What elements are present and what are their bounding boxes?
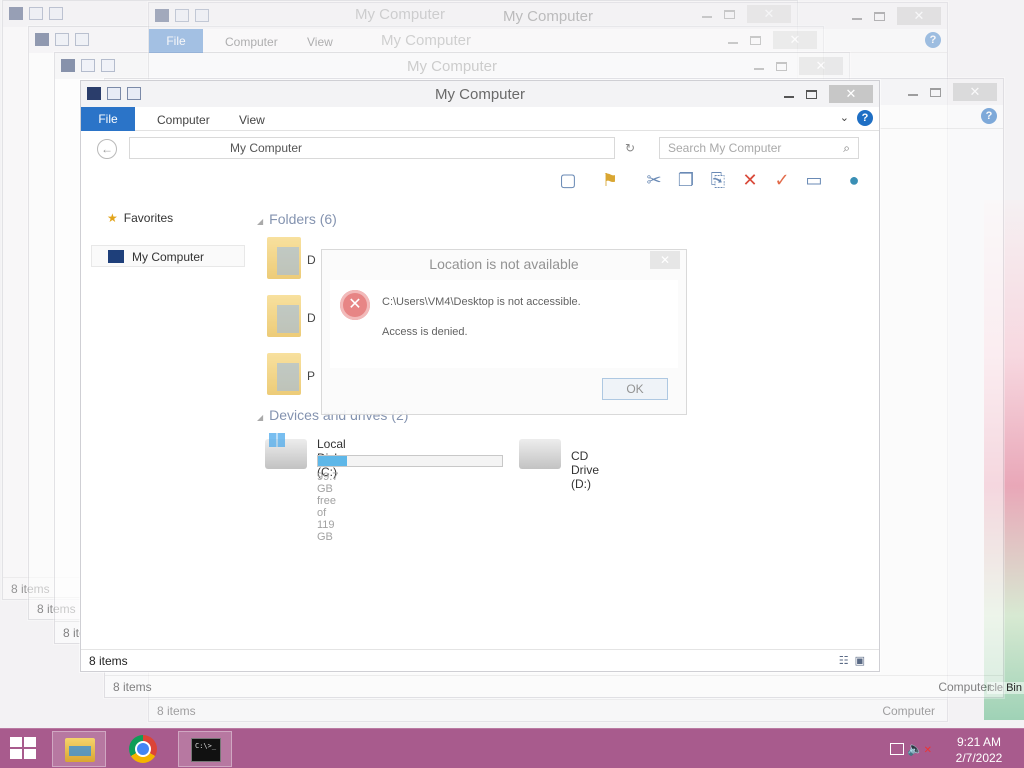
dialog-body: ✕ C:\Users\VM4\Desktop is not accessible… (330, 280, 678, 368)
taskbar-command-prompt[interactable]: C:\>_ (178, 731, 232, 767)
error-icon: ✕ (340, 290, 370, 320)
delete-icon[interactable]: ✕ (737, 167, 763, 193)
tab-file[interactable]: File (81, 107, 135, 131)
volume-muted-icon[interactable]: 🔈✕ (907, 741, 932, 757)
rename-icon[interactable]: ▭ (801, 167, 827, 193)
taskbar-file-explorer[interactable] (52, 731, 106, 767)
search-input[interactable]: Search My Computer ⌕ (659, 137, 859, 159)
star-icon: ★ (107, 211, 118, 225)
globe-icon[interactable]: ● (841, 167, 867, 193)
tab-view[interactable]: View (239, 113, 265, 127)
drive-usage-bar (317, 455, 503, 467)
copy-icon[interactable]: ❐ (673, 167, 699, 193)
folder-name[interactable]: D (307, 253, 316, 267)
dialog-message: C:\Users\VM4\Desktop is not accessible. (382, 296, 581, 308)
sidebar-item-my-computer[interactable]: My Computer (91, 245, 245, 267)
cmd-icon: C:\>_ (191, 738, 221, 762)
clock-time[interactable]: 9:21 AM (948, 735, 1010, 749)
folders-header[interactable]: Folders (6) (257, 211, 337, 227)
favorites-item[interactable]: ★ Favorites (107, 211, 173, 225)
search-icon: ⌕ (843, 141, 850, 155)
network-icon[interactable] (890, 743, 904, 755)
cut-icon[interactable]: ✂ (641, 167, 667, 193)
maximize-button[interactable] (806, 89, 817, 99)
folder-icon[interactable] (267, 353, 301, 395)
start-button[interactable] (8, 737, 38, 761)
window-title: My Computer (434, 86, 526, 103)
hard-drive-icon (265, 433, 307, 469)
ghost-toolbar: ▢ ⚑ ✂ ❐ ⎘ ✕ ✓ ▭ ● (89, 167, 871, 197)
address-bar-row: ← My Computer ↻ Search My Computer ⌕ (89, 137, 871, 161)
taskbar: C:\>_ 🔈✕ 9:21 AM 2/7/2022 (0, 728, 1024, 768)
item-count: 8 items (89, 654, 128, 668)
chevron-down-icon[interactable]: ⌄ (840, 111, 849, 124)
clock-date[interactable]: 2/7/2022 (948, 751, 1010, 765)
folder-name[interactable]: D (307, 311, 316, 325)
title-bar[interactable]: My Computer ✕ (81, 81, 879, 107)
rename-check-icon[interactable]: ✓ (769, 167, 795, 193)
dialog-detail: Access is denied. (382, 326, 468, 338)
properties-icon[interactable]: ⚑ (597, 167, 623, 193)
cd-drive-icon (519, 439, 561, 469)
folder-name[interactable]: P (307, 369, 315, 383)
view-toggle-icons[interactable]: ☷▣ (839, 654, 871, 667)
folder-icon[interactable] (267, 237, 301, 279)
system-tray: 🔈✕ 9:21 AM 2/7/2022 (886, 731, 1016, 767)
folder-icon[interactable] (267, 295, 301, 337)
error-dialog[interactable]: Location is not available ✕ ✕ C:\Users\V… (321, 249, 687, 415)
ok-button[interactable]: OK (602, 378, 668, 400)
ribbon-tabs: File Computer View ⌄ ? (81, 107, 879, 131)
minimize-button[interactable] (784, 96, 794, 98)
taskbar-chrome[interactable] (116, 731, 170, 767)
status-bar: 8 items ☷▣ (81, 649, 879, 671)
dialog-close-button[interactable]: ✕ (650, 251, 680, 269)
back-button[interactable]: ← (97, 139, 117, 159)
drive-name: CD Drive (D:) (571, 449, 600, 491)
drive-free-space: 99.7 GB free of 119 GB (317, 471, 339, 543)
search-placeholder: Search My Computer (668, 141, 782, 155)
chrome-icon (129, 735, 157, 763)
address-bar[interactable]: My Computer (129, 137, 615, 159)
tab-computer[interactable]: Computer (157, 113, 210, 127)
help-icon[interactable]: ? (857, 110, 873, 126)
file-explorer-icon (65, 738, 95, 762)
computer-icon (108, 250, 124, 263)
layout-icon[interactable]: ▢ (555, 167, 581, 193)
refresh-icon[interactable]: ↻ (625, 141, 635, 155)
drive-usage-fill (318, 456, 348, 466)
navigation-pane: ★ Favorites My Computer (89, 203, 249, 645)
dialog-title: Location is not available (429, 256, 579, 272)
paste-icon[interactable]: ⎘ (705, 167, 731, 193)
close-button[interactable]: ✕ (829, 85, 873, 103)
